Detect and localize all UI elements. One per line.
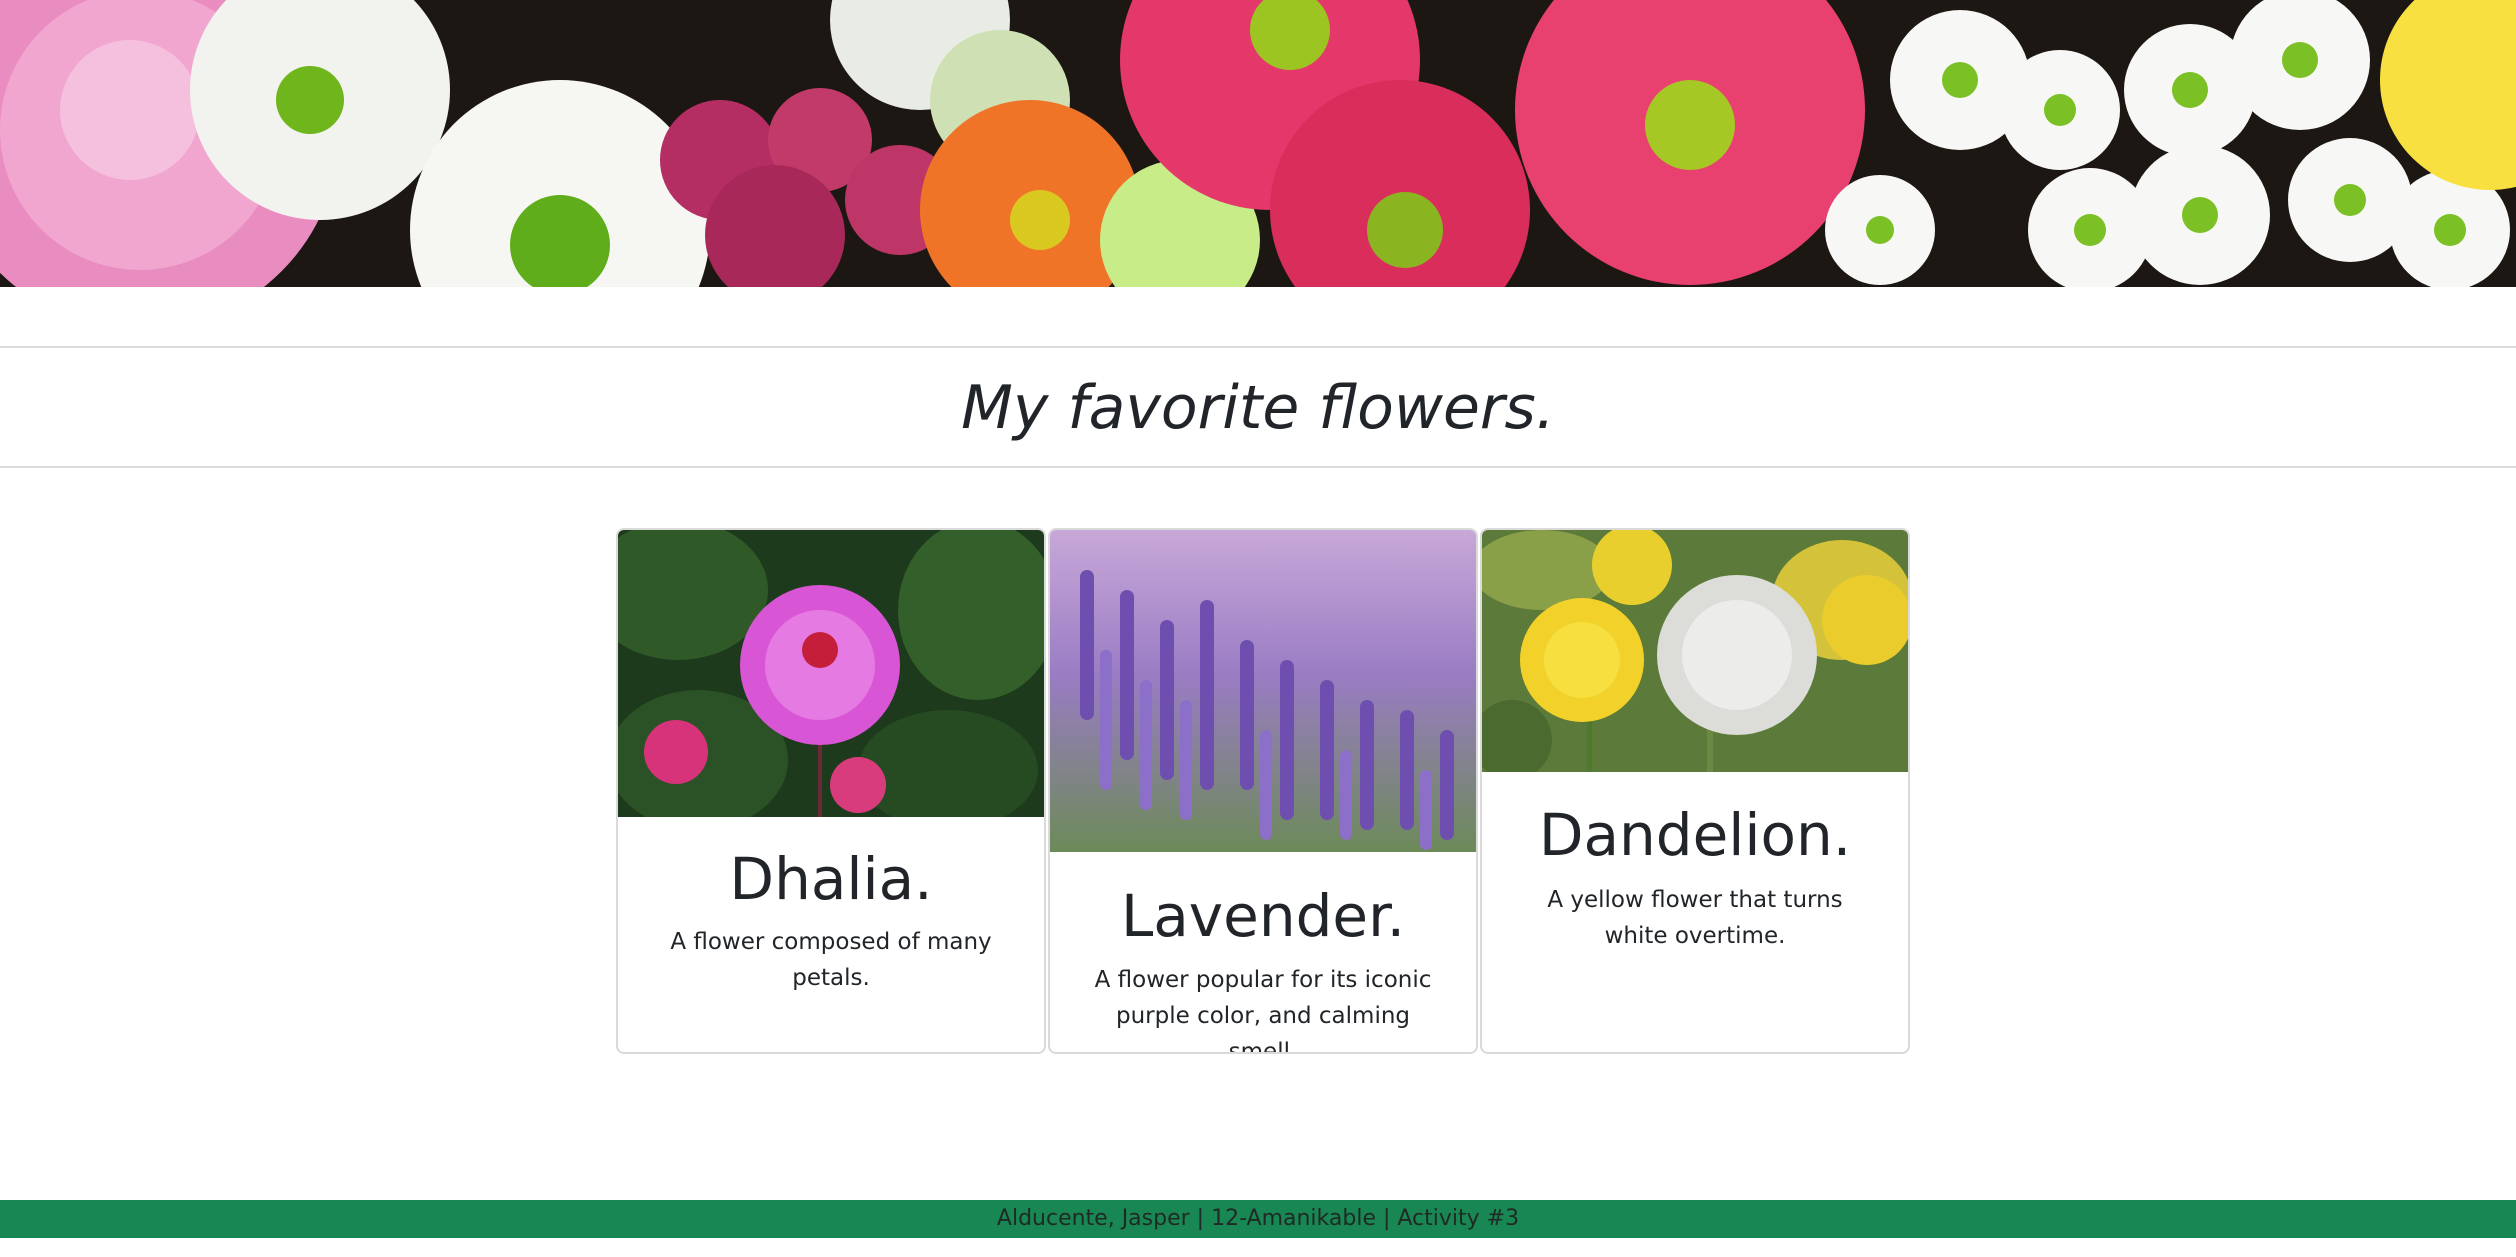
card-title: Dhalia. — [729, 845, 933, 913]
flower-card-dahlia: Dhalia. A flower composed of many petals… — [616, 528, 1046, 1054]
card-title: Lavender. — [1120, 882, 1406, 950]
lavender-image — [1050, 530, 1476, 852]
bottom-divider — [0, 466, 2516, 468]
card-text: A yellow flower that turns white overtim… — [1547, 887, 1843, 949]
footer: Alducente, Jasper | 12-Amanikable | Acti… — [0, 1200, 2516, 1238]
top-divider — [0, 346, 2516, 348]
flower-card-lavender: Lavender. A flower popular for its iconi… — [1048, 528, 1478, 1054]
flower-card-dandelion: Dandelion. A yellow flower that turns wh… — [1480, 528, 1910, 1054]
flower-cards: Dhalia. A flower composed of many petals… — [616, 528, 1912, 1058]
card-text: A flower popular for its iconic purple c… — [1094, 967, 1432, 1054]
page-title: My favorite flowers. — [961, 373, 1555, 443]
dandelion-image — [1482, 530, 1908, 772]
dahlia-image — [618, 530, 1044, 817]
flower-banner-image — [0, 0, 2516, 287]
card-title: Dandelion. — [1538, 801, 1852, 869]
card-text: A flower composed of many petals. — [670, 929, 992, 991]
